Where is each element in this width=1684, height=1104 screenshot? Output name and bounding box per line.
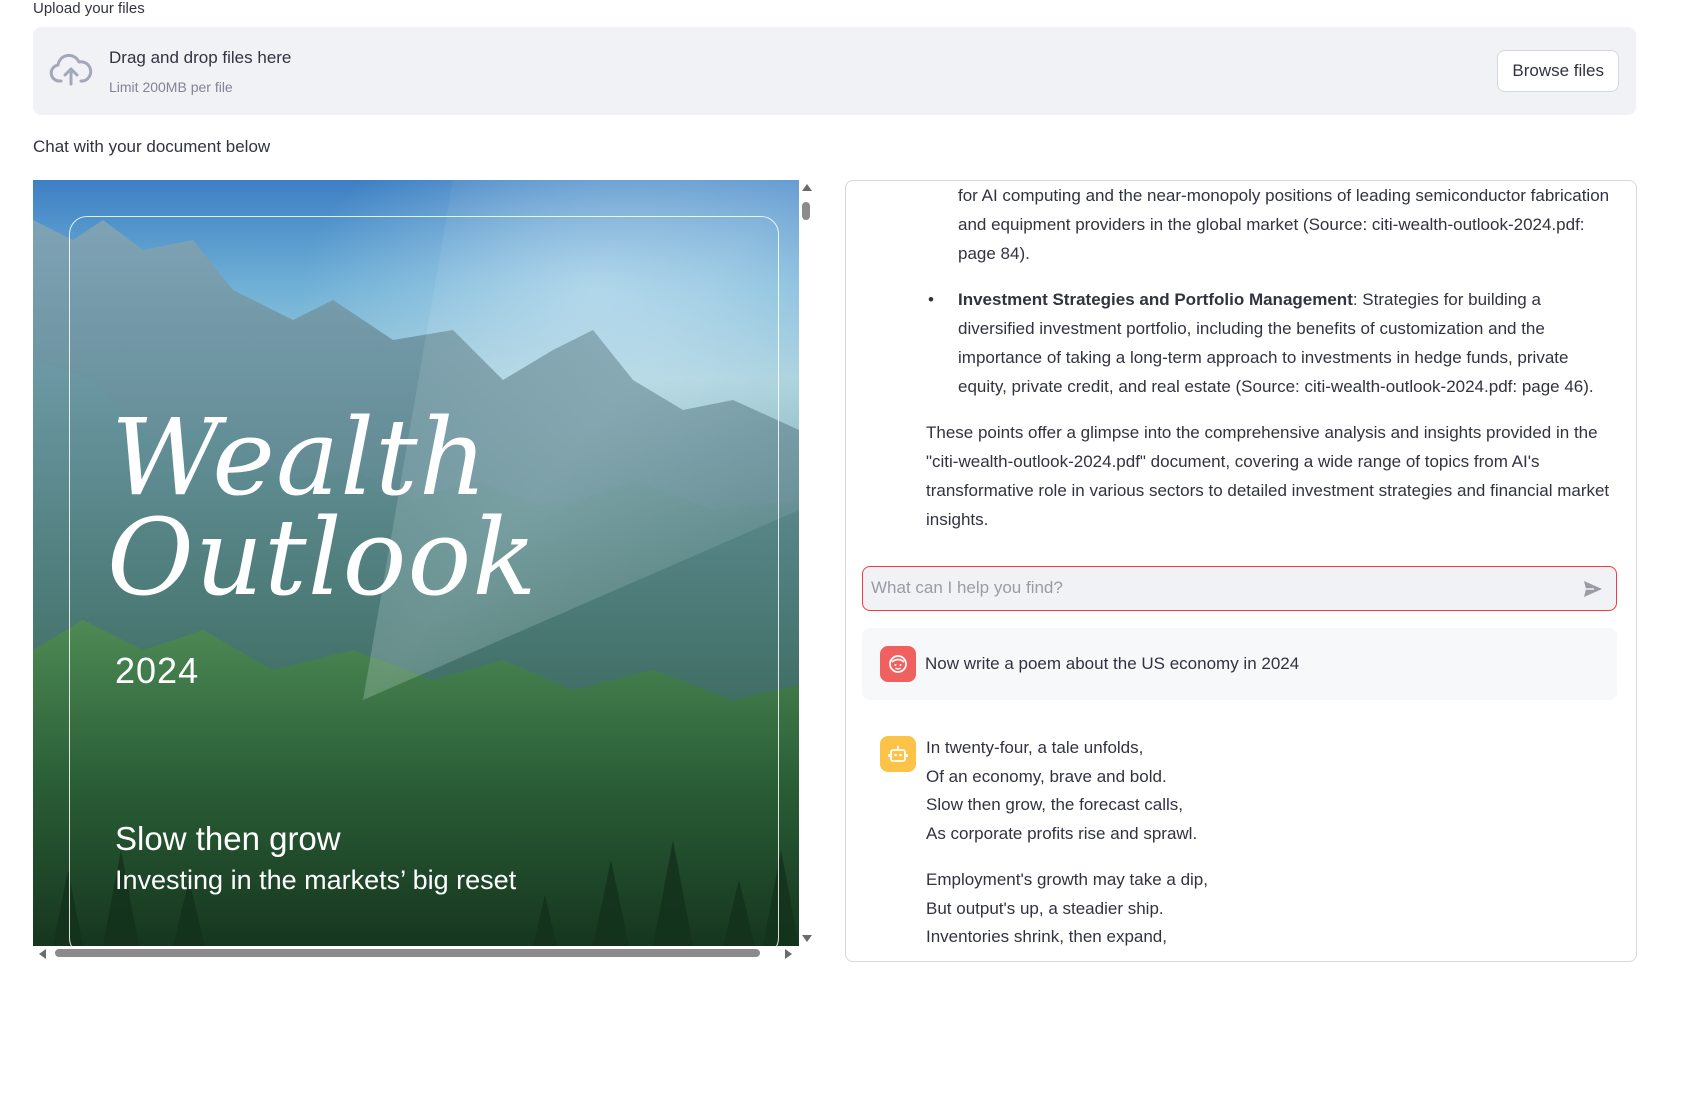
horizontal-scroll-thumb[interactable] bbox=[55, 949, 760, 957]
vertical-scroll-thumb[interactable] bbox=[802, 202, 810, 220]
poem-stanza-2: Employment's growth may take a dip, But … bbox=[926, 866, 1606, 952]
chat-input-box[interactable] bbox=[862, 566, 1617, 611]
assistant-bullet-continued: for AI computing and the near-monopoly p… bbox=[958, 186, 1610, 263]
dropzone-title: Drag and drop files here bbox=[109, 48, 292, 67]
cover-subheadline: Investing in the markets’ big reset bbox=[115, 865, 517, 895]
user-message: Now write a poem about the US economy in… bbox=[862, 628, 1617, 700]
cloud-upload-icon bbox=[49, 51, 93, 91]
bullet-title: Investment Strategies and Portfolio Mana… bbox=[958, 290, 1353, 309]
upload-label: Upload your files bbox=[33, 0, 145, 17]
poem-line: Inventories shrink, then expand, bbox=[926, 927, 1167, 946]
scroll-up-arrow-icon[interactable] bbox=[802, 184, 812, 191]
user-message-text: Now write a poem about the US economy in… bbox=[925, 654, 1300, 673]
user-face-icon bbox=[880, 646, 916, 682]
assistant-summary: These points offer a glimpse into the co… bbox=[926, 423, 1610, 529]
poem-line: But output's up, a steadier ship. bbox=[926, 898, 1164, 918]
scroll-left-arrow-icon[interactable] bbox=[39, 949, 46, 959]
assistant-bullet-item: Investment Strategies and Portfolio Mana… bbox=[958, 285, 1618, 401]
browse-files-button[interactable]: Browse files bbox=[1497, 50, 1619, 92]
send-icon[interactable] bbox=[1582, 578, 1604, 600]
scroll-right-arrow-icon[interactable] bbox=[785, 949, 792, 959]
chat-input[interactable] bbox=[871, 567, 1551, 609]
pdf-cover-page: Wealth Outlook 2024 Slow then grow Inves… bbox=[33, 180, 799, 946]
scroll-down-arrow-icon[interactable] bbox=[802, 935, 812, 942]
vertical-scrollbar[interactable] bbox=[799, 180, 813, 946]
poem-line: Of an economy, brave and bold. bbox=[926, 766, 1167, 786]
cover-year: 2024 bbox=[115, 650, 200, 691]
chat-caption: Chat with your document below bbox=[33, 137, 271, 156]
file-dropzone[interactable]: Drag and drop files here Limit 200MB per… bbox=[33, 27, 1636, 115]
pdf-viewer[interactable]: Wealth Outlook 2024 Slow then grow Inves… bbox=[33, 180, 813, 960]
cover-headline: Slow then grow bbox=[115, 820, 341, 857]
poem-line: Employment's growth may take a dip, bbox=[926, 870, 1208, 889]
chat-panel[interactable]: for AI computing and the near-monopoly p… bbox=[845, 180, 1637, 962]
assistant-poem: In twenty-four, a tale unfolds, Of an ec… bbox=[926, 734, 1606, 952]
robot-icon bbox=[880, 736, 916, 772]
dropzone-limit: Limit 200MB per file bbox=[109, 79, 233, 95]
poem-line: As corporate profits rise and sprawl. bbox=[926, 823, 1198, 843]
poem-line: Slow then grow, the forecast calls, bbox=[926, 795, 1184, 814]
cover-title-line2: Outlook bbox=[107, 496, 538, 619]
horizontal-scrollbar[interactable] bbox=[33, 946, 813, 960]
poem-line: In twenty-four, a tale unfolds, bbox=[926, 738, 1144, 757]
bullet-marker: • bbox=[928, 290, 934, 309]
poem-stanza-1: In twenty-four, a tale unfolds, Of an ec… bbox=[926, 734, 1606, 848]
